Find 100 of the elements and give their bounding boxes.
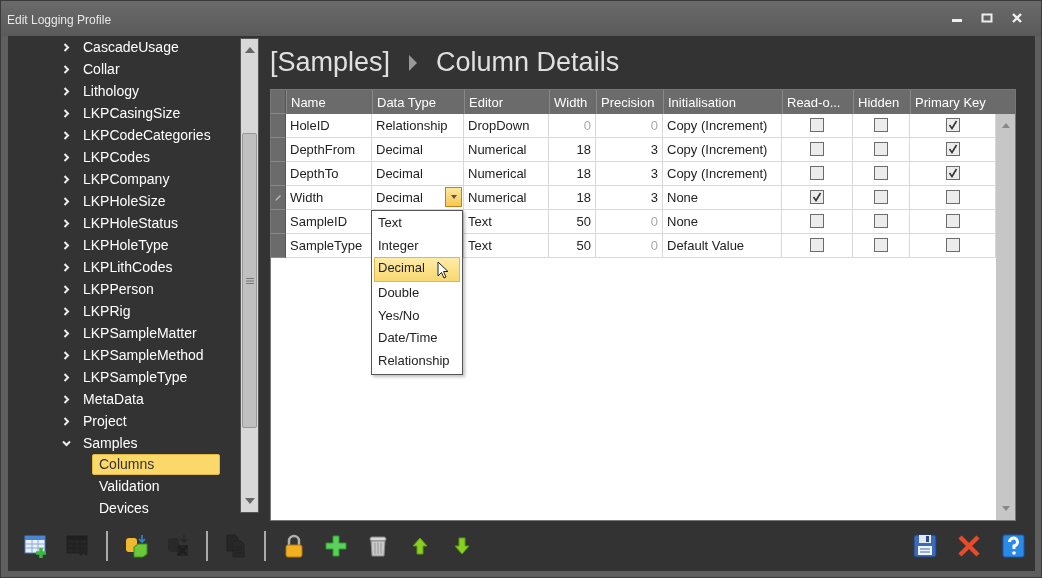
chevron-right-icon[interactable]	[62, 130, 71, 140]
tree-item[interactable]: Devices	[92, 498, 220, 519]
chevron-right-icon[interactable]	[62, 42, 71, 52]
scroll-thumb[interactable]	[242, 133, 257, 428]
scrollbar[interactable]	[240, 38, 259, 513]
scroll-up-icon[interactable]	[244, 47, 255, 53]
primary-key-checkbox[interactable]	[945, 166, 960, 180]
tree-item[interactable]: LKPPerson	[8, 278, 240, 300]
chevron-right-icon[interactable]	[62, 196, 71, 206]
read-only-checkbox[interactable]	[810, 238, 824, 252]
plus-button[interactable]	[322, 532, 350, 560]
chevron-right-icon[interactable]	[62, 152, 71, 162]
chevron-right-icon[interactable]	[62, 108, 71, 118]
help-button[interactable]	[999, 532, 1027, 560]
hidden-checkbox[interactable]	[874, 118, 888, 132]
tree-item[interactable]: LKPCodes	[8, 146, 240, 168]
tree-item[interactable]: LKPHoleType	[8, 234, 240, 256]
data-type-cell: Relationship	[376, 118, 448, 133]
pencil-icon	[274, 193, 282, 202]
column-header[interactable]: Read-o...	[782, 90, 853, 114]
read-only-checkbox[interactable]	[810, 214, 824, 228]
hidden-checkbox[interactable]	[874, 166, 888, 180]
width-cell: 50	[576, 214, 591, 229]
dropdown-option[interactable]: Text	[374, 212, 460, 235]
primary-key-checkbox[interactable]	[945, 238, 960, 252]
dropdown-option[interactable]: Integer	[374, 234, 460, 258]
tree-item[interactable]: MetaData	[8, 388, 240, 410]
column-header[interactable]: Width	[549, 90, 596, 114]
column-header[interactable]: Editor	[464, 90, 549, 114]
data-type-cell: Decimal	[376, 166, 423, 181]
primary-key-checkbox[interactable]	[945, 118, 960, 132]
editor-cell: DropDown	[468, 118, 530, 133]
read-only-checkbox[interactable]	[810, 142, 824, 156]
scroll-down-icon[interactable]	[244, 498, 255, 504]
dropdown-option[interactable]: Date/Time	[374, 327, 460, 351]
primary-key-checkbox[interactable]	[945, 214, 960, 228]
editor-cell: Numerical	[468, 166, 527, 181]
column-header[interactable]: Precision	[596, 90, 663, 114]
dropdown-option[interactable]: Yes/No	[374, 304, 460, 328]
column-header[interactable]: Data Type	[372, 90, 464, 114]
tree-item[interactable]: LKPSampleType	[8, 366, 240, 388]
initialisation-cell: Copy (Increment)	[667, 118, 768, 133]
chevron-right-icon[interactable]	[62, 328, 71, 338]
tree-item[interactable]: LKPHoleStatus	[8, 212, 240, 234]
read-only-checkbox[interactable]	[810, 118, 824, 132]
precision-cell: 3	[650, 190, 658, 205]
chevron-right-icon[interactable]	[62, 372, 71, 382]
name-cell: Width	[290, 190, 324, 205]
cylinder-box-icon	[123, 533, 149, 559]
tree-item[interactable]: LKPRig	[8, 300, 240, 322]
dropdown-option[interactable]: Double	[374, 282, 460, 305]
column-header[interactable]: Name	[286, 90, 372, 114]
read-only-checkbox[interactable]	[810, 190, 824, 204]
chevron-down-icon[interactable]	[62, 438, 71, 448]
chevron-right-icon[interactable]	[62, 86, 71, 96]
tree-item[interactable]: LKPLithCodes	[8, 256, 240, 278]
chevron-right-icon[interactable]	[62, 306, 71, 316]
read-only-checkbox[interactable]	[810, 166, 824, 180]
maximize-icon[interactable]	[981, 13, 993, 23]
hidden-checkbox[interactable]	[874, 238, 888, 252]
tree-item[interactable]: LKPSampleMatter	[8, 322, 240, 344]
chevron-right-icon[interactable]	[62, 284, 71, 294]
tree-item[interactable]: Validation	[92, 476, 220, 497]
data-type-cell[interactable]: Decimal	[376, 190, 423, 205]
hidden-checkbox[interactable]	[874, 142, 888, 156]
column-header[interactable]: Hidden	[853, 90, 910, 114]
tree-item[interactable]: CascadeUsage	[8, 36, 240, 58]
chevron-right-icon[interactable]	[62, 262, 71, 272]
chevron-right-icon[interactable]	[62, 350, 71, 360]
tree-item[interactable]: Collar	[8, 58, 240, 80]
chevron-right-icon[interactable]	[62, 240, 71, 250]
chevron-right-icon[interactable]	[62, 64, 71, 74]
tree-item[interactable]: Lithology	[8, 80, 240, 102]
name-cell: DepthTo	[290, 166, 339, 181]
hidden-checkbox[interactable]	[874, 214, 888, 228]
chevron-right-icon[interactable]	[62, 218, 71, 228]
chevron-right-icon[interactable]	[62, 394, 71, 404]
hidden-checkbox[interactable]	[874, 190, 888, 204]
tree-item[interactable]: LKPCodeCategories	[8, 124, 240, 146]
dropdown-button[interactable]	[445, 187, 462, 207]
editor-cell: Numerical	[468, 190, 527, 205]
dropdown-option[interactable]: Decimal	[374, 257, 460, 283]
data-type-cell: Decimal	[376, 142, 423, 157]
close-icon[interactable]	[1011, 13, 1023, 23]
tree-item[interactable]: LKPSampleMethod	[8, 344, 240, 366]
dropdown-option[interactable]: Relationship	[374, 350, 460, 373]
initialisation-cell: Copy (Increment)	[667, 166, 768, 181]
tree-item[interactable]: Samples	[8, 432, 240, 454]
save-button[interactable]	[911, 532, 939, 560]
tree-item[interactable]: LKPCompany	[8, 168, 240, 190]
mouse-pointer-icon	[437, 261, 449, 279]
column-header[interactable]: Initialisation	[663, 90, 782, 114]
tree-item[interactable]: LKPCasingSize	[8, 102, 240, 124]
chevron-right-icon[interactable]	[62, 416, 71, 426]
primary-key-checkbox[interactable]	[945, 190, 960, 204]
tree-item[interactable]: LKPHoleSize	[8, 190, 240, 212]
tree-item[interactable]: Project	[8, 410, 240, 432]
primary-key-checkbox[interactable]	[945, 142, 960, 156]
tree-item[interactable]: Columns	[92, 454, 220, 475]
chevron-right-icon[interactable]	[62, 174, 71, 184]
